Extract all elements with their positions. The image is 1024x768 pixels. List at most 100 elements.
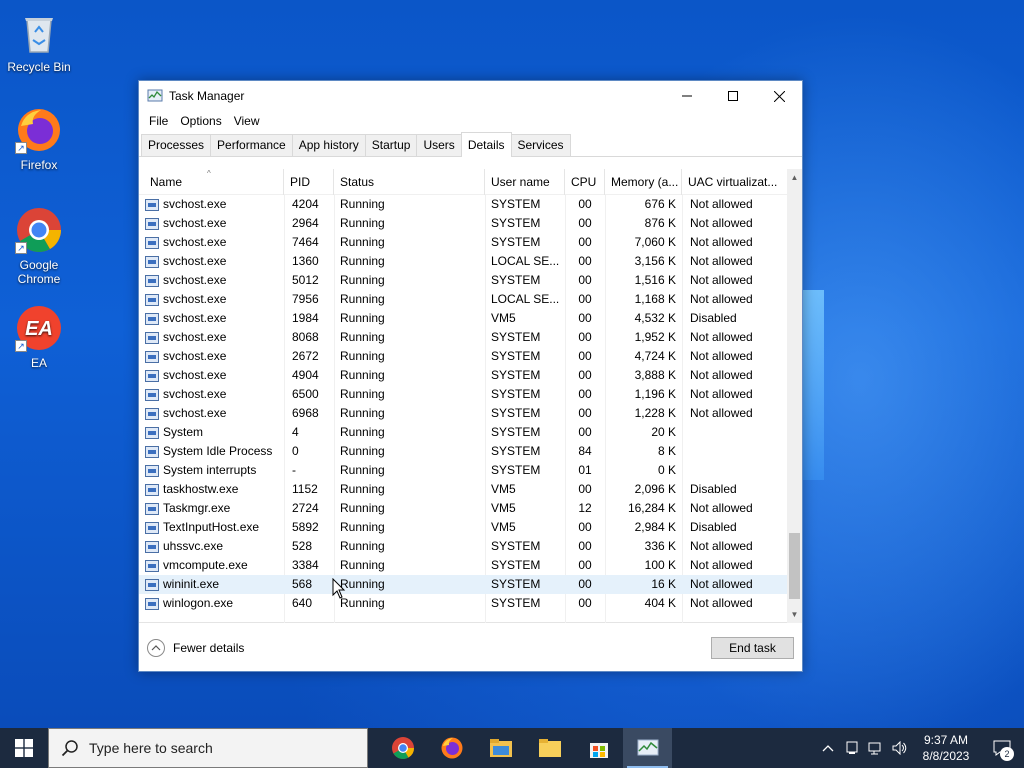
table-row[interactable]: Taskmgr.exe 2724 Running VM5 12 16,284 K Not a… [139,499,787,518]
table-row[interactable]: svchost.exe 7464 Running SYSTEM 00 7,060 K Not… [139,233,787,252]
column-header-name[interactable]: Name [139,169,284,195]
process-name-cell: vmcompute.exe [139,556,284,575]
volume-icon[interactable] [888,728,912,768]
table-row[interactable]: System 4 Running SYSTEM 00 20 K [139,423,787,442]
table-row[interactable]: svchost.exe 1360 Running LOCAL SE... 00 3,156… [139,252,787,271]
process-name-cell: winlogon.exe [139,594,284,613]
store-icon [589,743,608,758]
desktop-icon-recycle-bin[interactable]: Recycle Bin [4,8,74,74]
table-row[interactable]: svchost.exe 8068 Running SYSTEM 00 1,952 K Not… [139,328,787,347]
process-name-cell: TextInputHost.exe [139,518,284,537]
uac-cell [682,461,787,480]
status-cell: Running [340,558,385,572]
table-row[interactable]: System interrupts - Running SYSTEM 01 0 K [139,461,787,480]
tab-services[interactable]: Services [510,134,571,156]
table-row[interactable]: TextInputHost.exe 5892 Running VM5 00 2,984 K… [139,518,787,537]
scroll-down-icon[interactable]: ▼ [787,606,802,623]
maximize-button[interactable] [710,81,756,111]
pid-cell: 4 [292,425,299,439]
process-icon [145,426,159,439]
minimize-button[interactable] [664,81,710,111]
tab-details[interactable]: Details [460,132,512,157]
process-icon [145,369,159,382]
table-row[interactable]: svchost.exe 7956 Running LOCAL SE... 00 1,168… [139,290,787,309]
tab-users[interactable]: Users [416,134,462,156]
process-icon [145,407,159,420]
desktop-icon-chrome[interactable]: ↗ Google Chrome [4,206,74,286]
network-icon[interactable] [864,728,888,768]
uac-cell [682,442,787,461]
end-task-button[interactable]: End task [711,637,794,659]
action-center-button[interactable]: 2 [980,728,1024,768]
menu-file[interactable]: File [143,114,174,128]
tab-app-history[interactable]: App history [291,134,366,156]
table-row[interactable]: taskhostw.exe 1152 Running VM5 00 2,096 K Disa… [139,480,787,499]
tray-device-icon[interactable] [840,728,864,768]
vertical-scrollbar[interactable]: ▲ ▼ [787,169,802,623]
user-name-cell: SYSTEM [491,596,541,610]
pid-cell: 5892 [292,520,319,534]
column-header-pid[interactable]: PID [284,169,334,195]
fewer-details-button[interactable]: Fewer details [147,639,244,657]
tray-overflow-chevron-icon[interactable] [816,728,840,768]
table-row[interactable]: winlogon.exe 640 Running SYSTEM 00 404 K Not a… [139,594,787,613]
table-row[interactable]: System Idle Process 0 Running SYSTEM 84 8 K [139,442,787,461]
table-row[interactable]: wininit.exe 568 Running SYSTEM 00 16 K Not all… [139,575,787,594]
table-row[interactable]: svchost.exe 2672 Running SYSTEM 00 4,724 K Not… [139,347,787,366]
taskbar-chrome[interactable] [378,728,427,768]
process-name-cell: uhssvc.exe [139,537,284,556]
table-row[interactable]: uhssvc.exe 528 Running SYSTEM 00 336 K Not all… [139,537,787,556]
column-header-user-name[interactable]: User name [485,169,565,195]
uac-cell: Not allowed [690,349,753,363]
pid-cell: 6500 [292,387,319,401]
firefox-icon: ↗ [15,106,63,154]
table-row[interactable]: svchost.exe 6968 Running SYSTEM 00 1,228 K Not… [139,404,787,423]
table-row[interactable]: svchost.exe 4204 Running SYSTEM 00 676 K Not a… [139,195,787,214]
desktop-icon-firefox[interactable]: ↗ Firefox [4,106,74,172]
memory-cell: 676 K [644,197,676,211]
table-row[interactable]: svchost.exe 2964 Running SYSTEM 00 876 K Not a… [139,214,787,233]
scroll-thumb[interactable] [789,533,800,599]
cpu-cell: 84 [578,444,592,458]
process-icon [145,578,159,591]
taskbar-store[interactable] [574,728,623,768]
scroll-up-icon[interactable]: ▲ [787,169,802,186]
uac-cell: Not allowed [690,558,753,572]
pid-cell: 1152 [292,482,318,496]
table-row[interactable]: svchost.exe 4904 Running SYSTEM 00 3,888 K Not… [139,366,787,385]
status-cell: Running [340,501,385,515]
desktop-icon-label: EA [30,356,47,370]
start-button[interactable] [0,728,48,768]
desktop-icon-label: Google Chrome [17,258,61,286]
process-name-cell: svchost.exe [139,233,284,252]
close-button[interactable] [756,81,802,111]
memory-cell: 100 K [644,558,676,572]
memory-cell: 7,060 K [634,235,676,249]
table-row[interactable]: svchost.exe 1984 Running VM5 00 4,532 K Disabl… [139,309,787,328]
process-name-cell: taskhostw.exe [139,480,284,499]
tab-startup[interactable]: Startup [364,134,418,156]
taskbar-firefox[interactable] [427,728,476,768]
column-header-uac[interactable]: UAC virtualizat... [682,169,787,195]
title-bar[interactable]: Task Manager [139,81,802,111]
table-row[interactable]: svchost.exe 5012 Running SYSTEM 00 1,516 K Not… [139,271,787,290]
table-row[interactable]: svchost.exe 6500 Running SYSTEM 00 1,196 K Not… [139,385,787,404]
column-header-memory[interactable]: Memory (a... [605,169,682,195]
menu-options[interactable]: Options [174,114,227,128]
column-header-status[interactable]: Status [334,169,485,195]
user-name-cell: SYSTEM [491,444,541,458]
taskbar-task-manager[interactable] [623,728,672,768]
table-row[interactable]: vmcompute.exe 3384 Running SYSTEM 00 100 K Not… [139,556,787,575]
menu-view[interactable]: View [228,114,266,128]
desktop-icon-ea[interactable]: EA ↗ EA [4,304,74,370]
tab-performance[interactable]: Performance [210,134,293,156]
taskbar-file-explorer[interactable] [476,728,525,768]
taskbar-clock[interactable]: 9:37 AM 8/8/2023 [912,732,980,764]
process-icon [145,540,159,553]
status-cell: Running [340,577,385,591]
taskbar-folder[interactable] [525,728,574,768]
tab-processes[interactable]: Processes [141,134,212,156]
cpu-cell: 00 [578,216,592,230]
column-header-cpu[interactable]: CPU [565,169,605,195]
taskbar-search-box[interactable]: Type here to search [48,728,368,768]
